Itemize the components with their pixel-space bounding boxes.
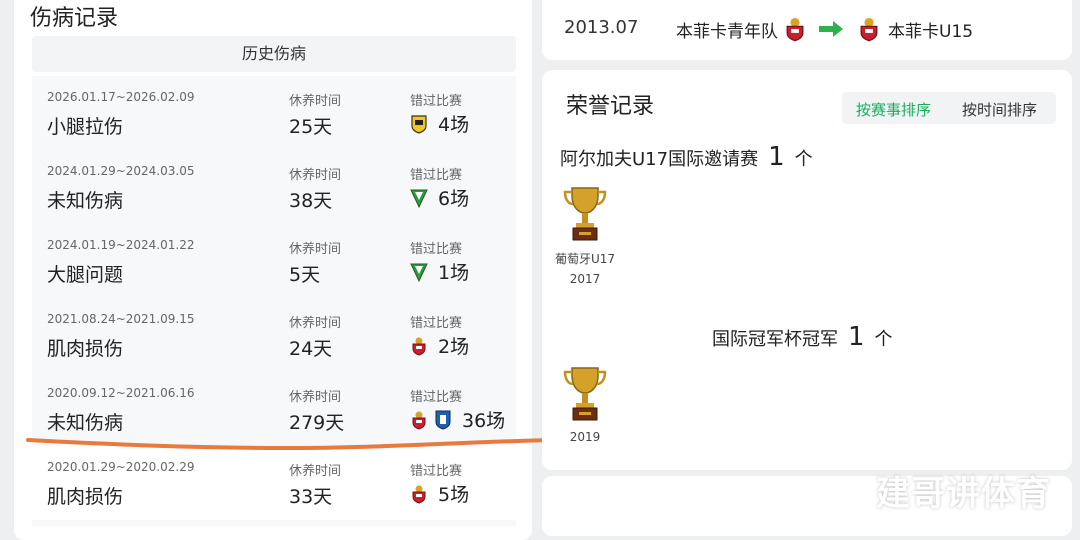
rest-label: 休养时间 (289, 168, 342, 183)
injury-date: 2020.09.12~2021.06.16 (47, 386, 195, 400)
missed-value: 4场 (438, 114, 470, 136)
count-unit: 个 (794, 149, 813, 170)
trophy-count: 1 (848, 322, 865, 352)
count-unit: 个 (874, 329, 893, 350)
missed-value: 2场 (438, 336, 470, 358)
honor-section-title: 荣誉记录 (566, 94, 655, 119)
injury-date: 2024.01.29~2024.03.05 (47, 164, 195, 178)
watermark: 建哥讲体育 (876, 474, 1051, 514)
missed-label: 错过比赛 (410, 464, 463, 479)
rest-value: 25天 (289, 116, 333, 138)
club-green-icon (410, 263, 428, 282)
arrow-right-icon (819, 21, 843, 37)
injury-row[interactable]: 2021.08.24~2021.09.15 肌肉损伤 休养时间 24天 错过比赛… (32, 298, 516, 372)
rest-value: 33天 (289, 486, 333, 508)
injury-name: 未知伤病 (47, 190, 124, 212)
rest-value: 24天 (289, 338, 333, 360)
missed-label: 错过比赛 (410, 390, 463, 405)
injury-date: 2020.01.29~2020.02.29 (47, 460, 195, 474)
club-yellow-icon (411, 114, 427, 134)
injury-name: 肌肉损伤 (47, 486, 124, 508)
rest-value: 5天 (289, 264, 321, 286)
tab-history-injuries[interactable]: 历史伤病 (32, 36, 516, 72)
missed-label: 错过比赛 (410, 94, 463, 109)
rest-label: 休养时间 (289, 94, 342, 109)
honor-card (542, 70, 1072, 470)
rest-label: 休养时间 (289, 464, 342, 479)
benfica-icon (786, 17, 804, 42)
injury-date: 2026.01.17~2026.02.09 (47, 90, 195, 104)
missed-label: 错过比赛 (410, 316, 463, 331)
club-blue-icon (435, 410, 451, 430)
missed-value: 1场 (438, 262, 470, 284)
trophy-icon[interactable] (562, 364, 608, 422)
injury-name: 肌肉损伤 (47, 338, 124, 360)
transfer-date: 2013.07 (564, 17, 639, 38)
rest-label: 休养时间 (289, 242, 342, 257)
missed-value: 5场 (438, 484, 470, 506)
injury-row[interactable]: 2024.01.29~2024.03.05 未知伤病 休养时间 38天 错过比赛… (32, 150, 516, 224)
rest-label: 休养时间 (289, 316, 342, 331)
injury-section-title: 伤病记录 (30, 6, 119, 31)
club-green-icon (410, 189, 428, 208)
benfica-icon (860, 17, 878, 42)
injury-list: 2026.01.17~2026.02.09 小腿拉伤 休养时间 25天 错过比赛… (32, 76, 516, 526)
competition-name: 国际冠军杯冠军 (712, 329, 838, 350)
injury-row[interactable]: 2024.01.19~2024.01.22 大腿问题 休养时间 5天 错过比赛 … (32, 224, 516, 298)
competition-title: 阿尔加夫U17国际邀请赛 1 个 (560, 142, 813, 172)
annotation-underline (26, 438, 558, 451)
competition-name: 阿尔加夫U17国际邀请赛 (560, 149, 759, 170)
rest-value: 38天 (289, 190, 333, 212)
missed-label: 错过比赛 (410, 242, 463, 257)
transfer-from-team: 本菲卡青年队 (676, 22, 778, 42)
benfica-icon (412, 411, 426, 430)
injury-row[interactable]: 2026.01.17~2026.02.09 小腿拉伤 休养时间 25天 错过比赛… (32, 76, 516, 150)
trophy-year: 2019 (569, 430, 601, 444)
injury-date: 2024.01.19~2024.01.22 (47, 238, 195, 252)
trophy-year: 2017 (569, 272, 601, 286)
injury-date: 2021.08.24~2021.09.15 (47, 312, 195, 326)
sort-by-time-tab[interactable]: 按时间排序 (962, 99, 1037, 120)
rest-label: 休养时间 (289, 390, 342, 405)
sort-tabs: 按赛事排序 按时间排序 (842, 92, 1056, 124)
transfer-to-team: 本菲卡U15 (888, 22, 974, 42)
sort-by-competition-tab[interactable]: 按赛事排序 (856, 99, 931, 120)
trophy-count: 1 (768, 142, 785, 172)
benfica-icon (412, 485, 426, 504)
injury-name: 大腿问题 (47, 264, 124, 286)
injury-name: 小腿拉伤 (47, 116, 124, 138)
missed-label: 错过比赛 (410, 168, 463, 183)
trophy-icon[interactable] (562, 184, 608, 242)
competition-title: 国际冠军杯冠军 1 个 (712, 322, 893, 352)
trophy-team: 葡萄牙U17 (554, 252, 616, 266)
missed-value: 6场 (438, 188, 470, 210)
benfica-icon (412, 337, 426, 356)
